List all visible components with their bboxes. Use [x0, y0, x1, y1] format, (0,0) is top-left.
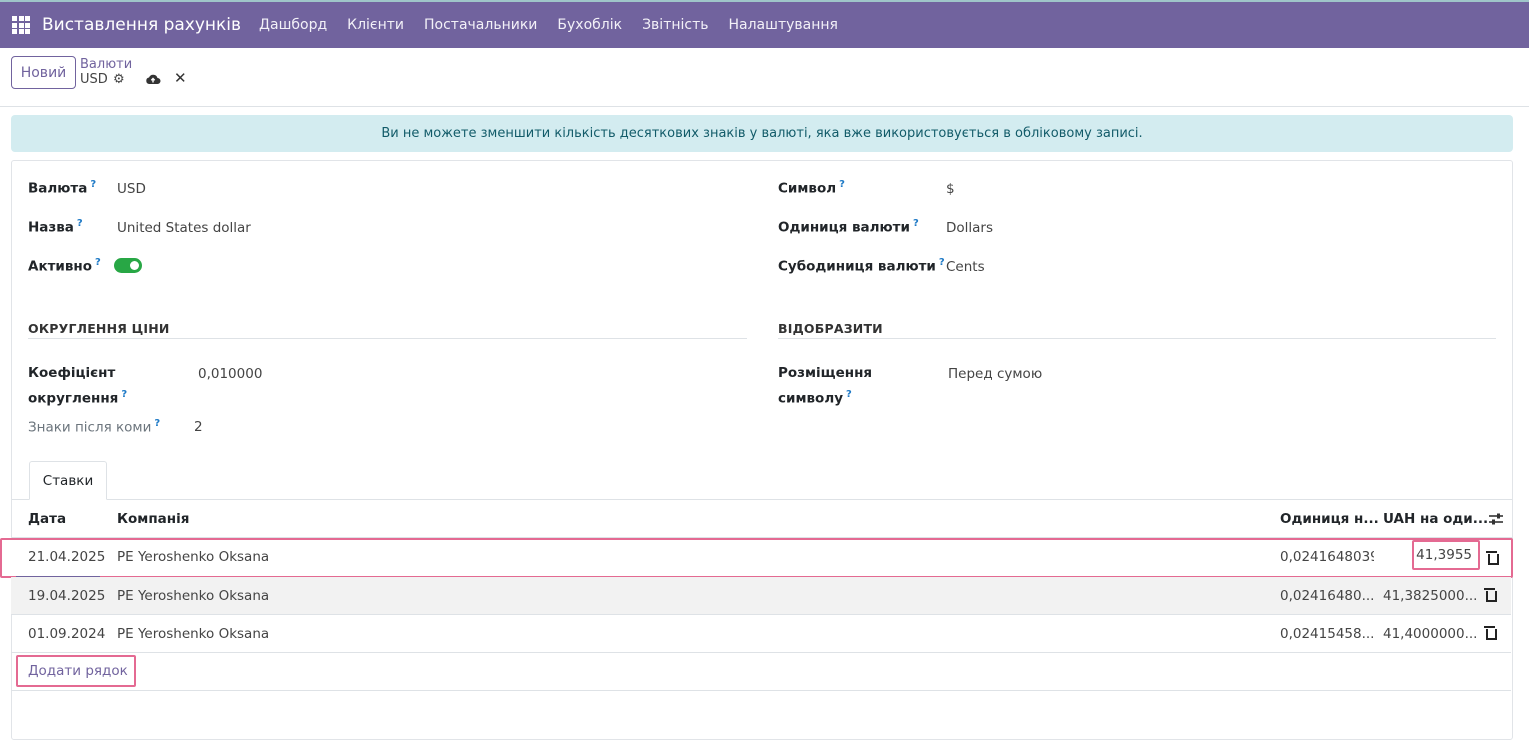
apps-menu-icon[interactable]: [12, 16, 30, 34]
cell-date[interactable]: 21.04.2025: [28, 549, 105, 565]
symbol-label: Символ?: [778, 179, 845, 197]
column-header-uah-per-unit[interactable]: UAH на оди...: [1383, 511, 1488, 527]
currency-subunit-label: Субодиниця валюти?: [778, 257, 945, 275]
help-icon: ?: [121, 389, 128, 400]
help-icon: ?: [90, 179, 97, 190]
rounding-factor-label: Коефіцієнт округлення?: [28, 365, 128, 407]
currency-unit-field[interactable]: Dollars: [946, 220, 993, 236]
help-icon: ?: [76, 218, 83, 229]
uah-per-unit-value: 41,3955: [1416, 547, 1472, 563]
cell-uah-per-unit[interactable]: 41,3825000...: [1383, 588, 1477, 604]
cell-date[interactable]: 19.04.2025: [28, 588, 105, 604]
help-icon: ?: [154, 418, 161, 429]
alert-text: Ви не можете зменшити кількість десятков…: [381, 126, 1143, 141]
currency-subunit-field[interactable]: Cents: [946, 259, 985, 275]
help-icon: ?: [846, 389, 852, 400]
cell-unit-per-uah[interactable]: 0,02415458...: [1280, 626, 1374, 642]
top-navbar: Виставлення рахунків Дашборд Клієнти Пос…: [0, 0, 1529, 48]
menu-item-dashboard[interactable]: Дашборд: [259, 17, 327, 33]
name-field[interactable]: United States dollar: [117, 220, 251, 236]
discard-close-icon[interactable]: ✕: [174, 69, 187, 87]
table-row[interactable]: 19.04.2025 PE Yeroshenko Oksana 0,024164…: [11, 577, 1511, 615]
help-icon: ?: [95, 257, 101, 268]
optional-columns-icon[interactable]: [1488, 512, 1504, 526]
cell-unit-per-uah[interactable]: 0,02416480...: [1280, 588, 1374, 604]
gear-icon[interactable]: ⚙: [113, 72, 125, 87]
column-header-company[interactable]: Компанія: [117, 511, 189, 527]
price-rounding-section-title: ОКРУГЛЕННЯ ЦІНИ: [28, 321, 170, 336]
cell-company[interactable]: PE Yeroshenko Oksana: [117, 549, 269, 565]
delete-row-icon[interactable]: [1484, 625, 1497, 640]
menu-item-reporting[interactable]: Звітність: [642, 17, 708, 33]
info-alert: Ви не можете зменшити кількість десятков…: [11, 115, 1513, 152]
menu-item-customers[interactable]: Клієнти: [347, 17, 404, 33]
section-divider: [778, 338, 1496, 339]
help-icon: ?: [938, 257, 945, 268]
symbol-position-label: Розміщення символу?: [778, 365, 873, 407]
symbol-position-field[interactable]: Перед сумою: [948, 366, 1042, 382]
uah-per-unit-input[interactable]: 41,3955: [1412, 540, 1480, 570]
app-title[interactable]: Виставлення рахунків: [42, 15, 241, 35]
control-panel: Новий Валюти USD ⚙ ✕: [0, 48, 1529, 107]
section-divider: [28, 338, 747, 339]
add-line-button[interactable]: Додати рядок: [16, 655, 136, 687]
name-label: Назва?: [28, 218, 83, 236]
cell-unit-per-uah[interactable]: 0,02416480396: [1280, 549, 1374, 565]
table-row[interactable]: 01.09.2024 PE Yeroshenko Oksana 0,024154…: [11, 615, 1511, 653]
table-row-editing[interactable]: 21.04.2025 PE Yeroshenko Oksana 0,024164…: [0, 538, 1513, 578]
decimal-places-value: 2: [194, 419, 203, 435]
active-toggle[interactable]: [114, 258, 142, 273]
help-icon: ?: [912, 218, 919, 229]
tab-rates[interactable]: Ставки: [29, 461, 107, 500]
save-cloud-icon[interactable]: [145, 73, 161, 85]
column-header-date[interactable]: Дата: [28, 511, 66, 527]
breadcrumb-parent[interactable]: Валюти: [80, 57, 132, 72]
display-section-title: ВІДОБРАЗИТИ: [778, 321, 883, 336]
cell-company[interactable]: PE Yeroshenko Oksana: [117, 588, 269, 604]
currency-label: Валюта?: [28, 179, 97, 197]
breadcrumb-current: USD: [80, 72, 108, 87]
symbol-field[interactable]: $: [946, 181, 955, 197]
decimal-places-label: Знаки після коми?: [28, 418, 161, 436]
tab-rates-label: Ставки: [42, 472, 94, 489]
tab-divider: [12, 499, 1512, 500]
cell-date[interactable]: 01.09.2024: [28, 626, 105, 642]
menu-item-configuration[interactable]: Налаштування: [729, 17, 838, 33]
help-icon: ?: [839, 179, 845, 190]
delete-row-icon[interactable]: [1486, 550, 1499, 565]
column-header-unit-per-uah[interactable]: Одиниця н...: [1280, 511, 1379, 527]
currency-unit-label: Одиниця валюти?: [778, 218, 919, 236]
menu-item-accounting[interactable]: Бухоблік: [557, 17, 622, 33]
cell-company[interactable]: PE Yeroshenko Oksana: [117, 626, 269, 642]
delete-row-icon[interactable]: [1484, 587, 1497, 602]
active-label: Активно?: [28, 257, 101, 275]
new-button[interactable]: Новий: [11, 56, 76, 89]
rounding-factor-field[interactable]: 0,010000: [198, 366, 262, 382]
currency-field[interactable]: USD: [117, 181, 146, 197]
cell-uah-per-unit[interactable]: 41,4000000...: [1383, 626, 1477, 642]
menu-item-vendors[interactable]: Постачальники: [424, 17, 537, 33]
add-line-row: [11, 653, 1511, 691]
